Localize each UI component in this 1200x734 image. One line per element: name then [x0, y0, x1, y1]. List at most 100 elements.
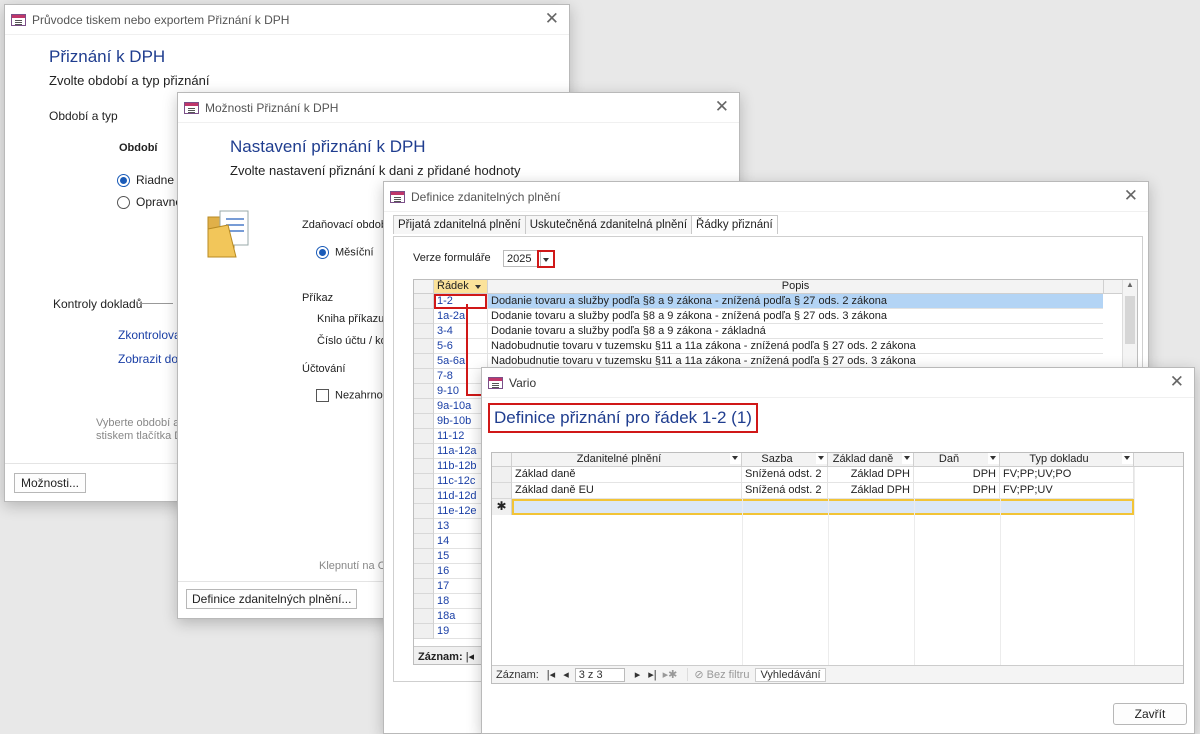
- row-selector[interactable]: [492, 483, 512, 499]
- last-record-icon[interactable]: ▸|: [648, 668, 656, 681]
- row-selector[interactable]: [414, 309, 434, 324]
- description-cell[interactable]: Dodanie tovaru a služby podľa §8 a 9 zák…: [487, 324, 1103, 339]
- next-record-icon[interactable]: ▸: [635, 668, 641, 681]
- record-position-field[interactable]: 3 z 3: [574, 667, 625, 682]
- row-selector[interactable]: [414, 549, 434, 564]
- col-header-typ[interactable]: Typ dokladu: [1000, 453, 1134, 466]
- tab-return-rows[interactable]: Řádky přiznání: [691, 215, 778, 234]
- radio-corrective[interactable]: Opravné: [117, 195, 182, 210]
- row-number-cell[interactable]: 1-2: [434, 294, 487, 309]
- row-number-cell[interactable]: 11d-12d: [434, 489, 487, 504]
- definitions-button[interactable]: Definice zdanitelných plnění...: [186, 589, 358, 609]
- table-row[interactable]: 5-6 Nadobudnutie tovaru v tuzemsku §11 a …: [414, 339, 1137, 354]
- row-selector[interactable]: [414, 564, 434, 579]
- cell-sazba[interactable]: Snížená odst. 2: [742, 483, 828, 499]
- row-number-cell[interactable]: 9a-10a: [434, 399, 487, 414]
- row-selector[interactable]: [414, 594, 434, 609]
- col-header-dan[interactable]: Daň: [914, 453, 1000, 466]
- table-row[interactable]: 1a-2a Dodanie tovaru a služby podľa §8 a …: [414, 309, 1137, 324]
- row-number-cell[interactable]: 14: [434, 534, 487, 549]
- row-selector[interactable]: [492, 467, 512, 483]
- row-selector[interactable]: [414, 609, 434, 624]
- col-row-header[interactable]: Řádek: [434, 280, 487, 293]
- row-selector[interactable]: [414, 414, 434, 429]
- row-number-cell[interactable]: 18a: [434, 609, 487, 624]
- close-icon[interactable]: ✕: [1124, 187, 1138, 205]
- description-cell[interactable]: Nadobudnutie tovaru v tuzemsku §11 a 11a…: [487, 339, 1103, 354]
- check-link[interactable]: Zkontrolovat: [118, 328, 184, 342]
- row-number-cell[interactable]: 11c-12c: [434, 474, 487, 489]
- table-row[interactable]: 1-2 Dodanie tovaru a služby podľa §8 a 9 …: [414, 294, 1137, 309]
- description-cell[interactable]: Dodanie tovaru a služby podľa §8 a 9 zák…: [487, 309, 1103, 324]
- col-header-sazba[interactable]: Sazba: [742, 453, 828, 466]
- row-selector[interactable]: [414, 579, 434, 594]
- close-icon[interactable]: ✕: [1170, 373, 1184, 391]
- col-header-zaklad[interactable]: Základ daně: [828, 453, 914, 466]
- close-icon[interactable]: ✕: [715, 98, 729, 116]
- row-number-cell[interactable]: 15: [434, 549, 487, 564]
- row-number-cell[interactable]: 1a-2a: [434, 309, 487, 324]
- row-selector[interactable]: [414, 624, 434, 639]
- table-row[interactable]: Základ daně EU Snížená odst. 2 Základ DPH D…: [492, 483, 1183, 499]
- scroll-thumb[interactable]: [1125, 296, 1135, 344]
- row-number-cell[interactable]: 11-12: [434, 429, 487, 444]
- scroll-up-icon[interactable]: ▲: [1123, 280, 1137, 294]
- new-row-cell[interactable]: [512, 499, 1134, 515]
- row-number-cell[interactable]: 19: [434, 624, 487, 639]
- close-icon[interactable]: ✕: [545, 10, 559, 28]
- cell-typ[interactable]: FV;PP;UV;PO: [1000, 467, 1134, 483]
- version-dropdown-button[interactable]: [537, 250, 555, 268]
- row-selector[interactable]: [414, 519, 434, 534]
- select-all-corner[interactable]: [492, 453, 512, 466]
- form-version-select[interactable]: 2025: [503, 250, 541, 267]
- row-number-cell[interactable]: 7-8: [434, 369, 487, 384]
- no-filter-button[interactable]: ⊘ Bez filtru: [687, 668, 749, 681]
- row-selector[interactable]: [414, 399, 434, 414]
- show-docs-link[interactable]: Zobrazit dok: [118, 352, 184, 366]
- row-selector[interactable]: [414, 444, 434, 459]
- cell-plneni[interactable]: Základ daně EU: [512, 483, 742, 499]
- col-header-plneni[interactable]: Zdanitelné plnění: [512, 453, 742, 466]
- row-selector[interactable]: [414, 534, 434, 549]
- row-selector[interactable]: [414, 474, 434, 489]
- first-record-icon[interactable]: |◂: [547, 668, 555, 681]
- select-all-corner[interactable]: [414, 280, 434, 293]
- row-selector[interactable]: [414, 324, 434, 339]
- row-selector[interactable]: [414, 489, 434, 504]
- table-row[interactable]: Základ daně Snížená odst. 2 Základ DPH DPH F…: [492, 467, 1183, 483]
- exclude-checkbox[interactable]: Nezahrnov: [316, 389, 388, 402]
- row-selector[interactable]: [414, 339, 434, 354]
- cell-typ[interactable]: FV;PP;UV: [1000, 483, 1134, 499]
- row-selector[interactable]: [414, 354, 434, 369]
- description-cell[interactable]: Dodanie tovaru a služby podľa §8 a 9 zák…: [487, 294, 1103, 309]
- row-number-cell[interactable]: 3-4: [434, 324, 487, 339]
- cell-sazba[interactable]: Snížená odst. 2: [742, 467, 828, 483]
- row-number-cell[interactable]: 17: [434, 579, 487, 594]
- cell-dan[interactable]: DPH: [914, 467, 1000, 483]
- tab-received[interactable]: Přijatá zdanitelná plnění: [393, 215, 526, 234]
- row-selector[interactable]: [414, 459, 434, 474]
- first-record-icon[interactable]: |◂: [466, 651, 474, 663]
- search-field[interactable]: Vyhledávání: [755, 667, 826, 682]
- options-button[interactable]: Možnosti...: [14, 473, 87, 493]
- row-selector[interactable]: [414, 369, 434, 384]
- col-desc-header[interactable]: Popis: [487, 280, 1103, 293]
- row-number-cell[interactable]: 9-10: [434, 384, 487, 399]
- row-number-cell[interactable]: 11a-12a: [434, 444, 487, 459]
- table-row[interactable]: 3-4 Dodanie tovaru a služby podľa §8 a 9 …: [414, 324, 1137, 339]
- cell-zaklad[interactable]: Základ DPH: [828, 483, 914, 499]
- row-number-cell[interactable]: 11e-12e: [434, 504, 487, 519]
- row-selector[interactable]: [414, 294, 434, 309]
- row-number-cell[interactable]: 16: [434, 564, 487, 579]
- radio-regular[interactable]: Riadne: [117, 173, 174, 188]
- row-number-cell[interactable]: 11b-12b: [434, 459, 487, 474]
- row-number-cell[interactable]: 5a-6a: [434, 354, 487, 369]
- new-record-icon[interactable]: ▸✱: [663, 668, 678, 681]
- row-number-cell[interactable]: 13: [434, 519, 487, 534]
- row-selector[interactable]: [414, 504, 434, 519]
- cell-dan[interactable]: DPH: [914, 483, 1000, 499]
- row-number-cell[interactable]: 18: [434, 594, 487, 609]
- cell-zaklad[interactable]: Základ DPH: [828, 467, 914, 483]
- tab-performed[interactable]: Uskutečněná zdanitelná plnění: [524, 215, 693, 234]
- row-selector[interactable]: [414, 384, 434, 399]
